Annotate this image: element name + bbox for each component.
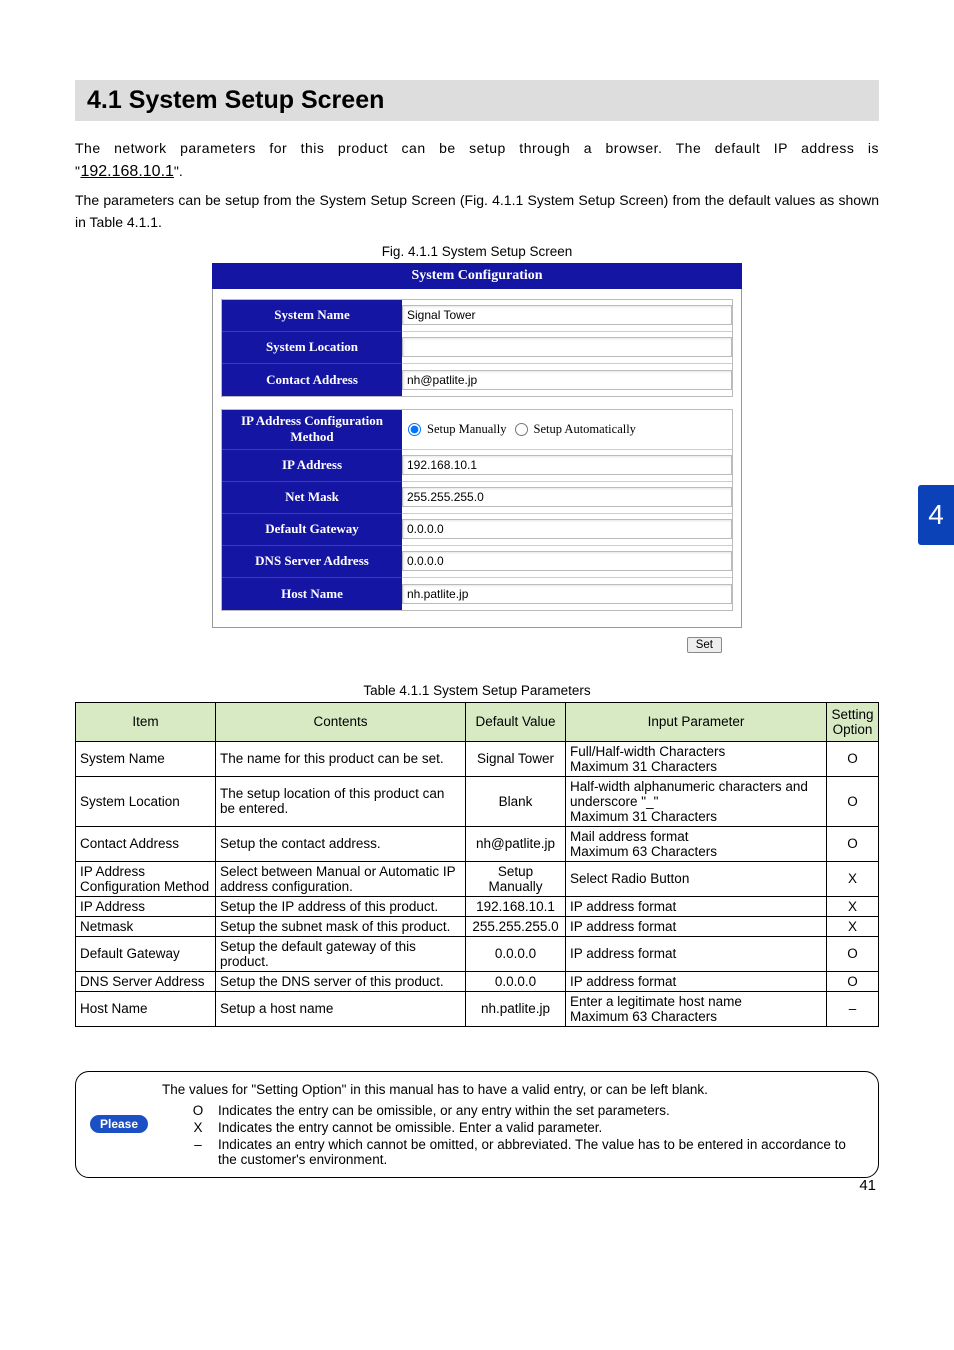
intro-p2: The parameters can be setup from the Sys… — [75, 189, 879, 234]
page-number: 41 — [859, 1177, 876, 1194]
radio-manual[interactable] — [408, 423, 421, 436]
config-title: System Configuration — [212, 263, 742, 289]
legend-symbol: O — [186, 1103, 210, 1118]
input-ip-address[interactable] — [402, 455, 732, 475]
table-row: Default GatewaySetup the default gateway… — [76, 936, 879, 971]
label-dns: DNS Server Address — [222, 546, 402, 578]
figure-caption: Fig. 4.1.1 System Setup Screen — [75, 244, 879, 259]
label-contact-address: Contact Address — [222, 364, 402, 396]
table-row: Host NameSetup a host namenh.patlite.jpE… — [76, 991, 879, 1026]
legend-text: Indicates the entry can be omissible, or… — [218, 1103, 868, 1118]
radio-auto[interactable] — [515, 423, 528, 436]
label-hostname: Host Name — [222, 578, 402, 610]
table-row: Contact AddressSetup the contact address… — [76, 826, 879, 861]
set-button[interactable]: Set — [687, 637, 722, 653]
legend-text: Indicates an entry which cannot be omitt… — [218, 1137, 868, 1167]
col-option: Setting Option — [827, 702, 879, 741]
table-caption: Table 4.1.1 System Setup Parameters — [75, 683, 879, 698]
label-system-location: System Location — [222, 332, 402, 364]
default-ip-link[interactable]: 192.168.10.1 — [80, 163, 173, 180]
input-system-name[interactable] — [402, 305, 732, 325]
label-ip-address: IP Address — [222, 450, 402, 482]
table-row: NetmaskSetup the subnet mask of this pro… — [76, 916, 879, 936]
label-netmask: Net Mask — [222, 482, 402, 514]
col-default: Default Value — [466, 702, 566, 741]
table-row: IP Address Configuration MethodSelect be… — [76, 861, 879, 896]
input-gateway[interactable] — [402, 519, 732, 539]
col-input: Input Parameter — [566, 702, 827, 741]
input-netmask[interactable] — [402, 487, 732, 507]
radio-auto-label: Setup Automatically — [534, 422, 636, 437]
input-system-location[interactable] — [402, 337, 732, 357]
label-ip-method: IP Address Configuration Method — [222, 410, 402, 450]
please-pill: Please — [90, 1115, 148, 1133]
input-hostname[interactable] — [402, 584, 732, 604]
table-row: System NameThe name for this product can… — [76, 741, 879, 776]
table-row: DNS Server AddressSetup the DNS server o… — [76, 971, 879, 991]
table-row: IP AddressSetup the IP address of this p… — [76, 896, 879, 916]
figure-screenshot: System Configuration System Name System … — [212, 263, 742, 653]
legend-text: Indicates the entry cannot be omissible.… — [218, 1120, 868, 1135]
chapter-tab: 4 — [918, 485, 954, 545]
intro-p1b: ". — [174, 163, 183, 179]
legend-symbol: – — [186, 1137, 210, 1167]
note-lead: The values for "Setting Option" in this … — [162, 1082, 868, 1097]
radio-manual-label: Setup Manually — [427, 422, 507, 437]
input-dns[interactable] — [402, 551, 732, 571]
intro-p1a: The network parameters for this product … — [75, 140, 879, 179]
config-table-2: IP Address Configuration Method Setup Ma… — [221, 409, 733, 611]
table-row: System LocationThe setup location of thi… — [76, 776, 879, 826]
please-note-box: Please The values for "Setting Option" i… — [75, 1071, 879, 1178]
col-item: Item — [76, 702, 216, 741]
legend-symbol: X — [186, 1120, 210, 1135]
config-table-1: System Name System Location Contact Addr… — [221, 299, 733, 397]
col-contents: Contents — [216, 702, 466, 741]
label-gateway: Default Gateway — [222, 514, 402, 546]
input-contact-address[interactable] — [402, 370, 732, 390]
intro-block: The network parameters for this product … — [75, 137, 879, 234]
label-system-name: System Name — [222, 300, 402, 332]
section-heading: 4.1 System Setup Screen — [75, 80, 879, 121]
parameter-table: Item Contents Default Value Input Parame… — [75, 702, 879, 1027]
